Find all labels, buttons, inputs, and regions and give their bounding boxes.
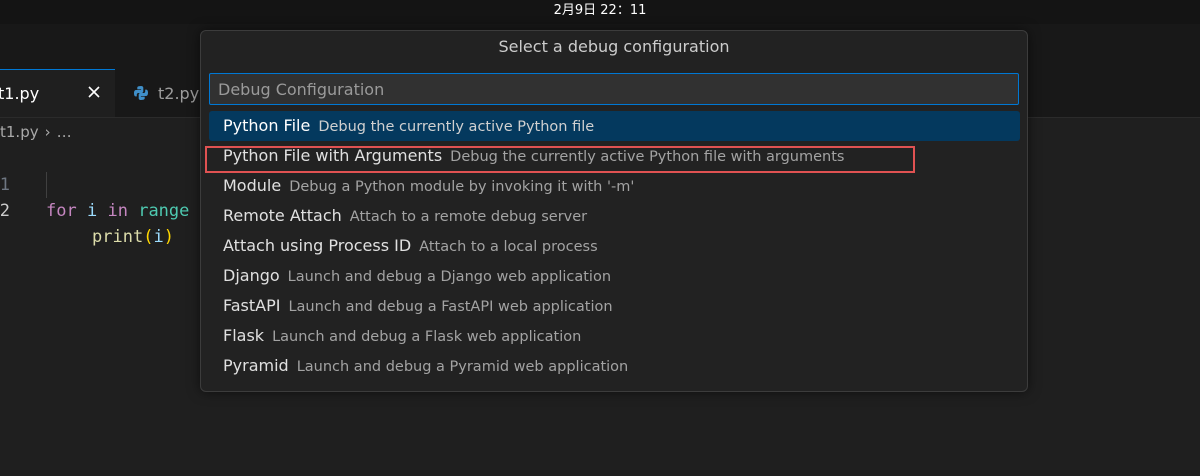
- quick-pick-list: Python File Debug the currently active Py…: [209, 111, 1020, 381]
- option-label: Flask: [223, 326, 265, 345]
- option-label: Django: [223, 266, 280, 285]
- code-text: for i in range: [46, 198, 189, 224]
- option-label: Attach using Process ID: [223, 236, 412, 255]
- option-flask[interactable]: Flask Launch and debug a Flask web applic…: [209, 321, 1020, 351]
- close-icon[interactable]: [85, 83, 103, 101]
- indent-guide: [46, 172, 47, 198]
- option-description: Attach to a local process: [419, 239, 598, 255]
- option-django[interactable]: Django Launch and debug a Django web appl…: [209, 261, 1020, 291]
- line-number: 2: [0, 201, 10, 221]
- python-file-icon: [134, 86, 148, 100]
- debug-configuration-quick-pick: Select a debug configuration Python File…: [200, 30, 1028, 392]
- option-description: Launch and debug a Pyramid web applicati…: [296, 359, 629, 375]
- code-token: for: [46, 201, 77, 221]
- option-description: Launch and debug a Django web applicatio…: [287, 269, 612, 285]
- code-text: print(i): [92, 224, 174, 250]
- code-token: print: [92, 227, 144, 247]
- option-label: Python File with Arguments: [223, 146, 443, 165]
- code-token: ): [163, 227, 174, 247]
- option-description: Debug the currently active Python file: [318, 119, 595, 135]
- option-python-file[interactable]: Python File Debug the currently active Py…: [209, 111, 1020, 141]
- system-clock[interactable]: 2月9日 22：11: [554, 3, 647, 18]
- breadcrumb-file[interactable]: t1.py: [0, 123, 39, 141]
- code-token: i: [86, 201, 98, 221]
- quick-pick-input[interactable]: [209, 73, 1019, 105]
- quick-pick-title: Select a debug configuration: [498, 37, 730, 56]
- option-label: Pyramid: [223, 356, 289, 375]
- option-label: FastAPI: [223, 296, 281, 315]
- option-module[interactable]: Module Debug a Python module by invoking …: [209, 171, 1020, 201]
- code-token: i: [153, 227, 164, 247]
- option-description: Attach to a remote debug server: [349, 209, 588, 225]
- option-description: Debug a Python module by invoking it wit…: [289, 179, 635, 195]
- tab-label: t2.py: [158, 83, 200, 103]
- tab-t2-py[interactable]: t2.py: [115, 69, 205, 117]
- breadcrumb: t1.py › …: [0, 123, 72, 141]
- option-description: Debug the currently active Python file w…: [450, 149, 845, 165]
- option-label: Python File: [223, 116, 311, 135]
- option-label: Remote Attach: [223, 206, 342, 225]
- code-token: range: [138, 201, 190, 221]
- tab-t1-py[interactable]: t1.py: [0, 69, 115, 117]
- code-line: 1 for i in range: [0, 146, 189, 221]
- option-python-file-with-arguments[interactable]: Python File with Arguments Debug the curr…: [209, 141, 1020, 171]
- code-line: 2 print(i): [0, 172, 174, 247]
- system-top-bar: 2月9日 22：11: [0, 0, 1200, 24]
- option-fastapi[interactable]: FastAPI Launch and debug a FastAPI web ap…: [209, 291, 1020, 321]
- option-description: Launch and debug a Flask web application: [272, 329, 582, 345]
- code-token: in: [107, 201, 128, 221]
- option-pyramid[interactable]: Pyramid Launch and debug a Pyramid web ap…: [209, 351, 1020, 381]
- breadcrumb-more[interactable]: …: [57, 123, 72, 141]
- option-remote-attach[interactable]: Remote Attach Attach to a remote debug se…: [209, 201, 1020, 231]
- option-label: Module: [223, 176, 282, 195]
- chevron-right-icon: ›: [44, 123, 51, 141]
- option-attach-using-process-id[interactable]: Attach using Process ID Attach to a local…: [209, 231, 1020, 261]
- tab-label: t1.py: [0, 84, 40, 103]
- option-description: Launch and debug a FastAPI web applicati…: [288, 299, 613, 315]
- code-token: (: [143, 227, 154, 247]
